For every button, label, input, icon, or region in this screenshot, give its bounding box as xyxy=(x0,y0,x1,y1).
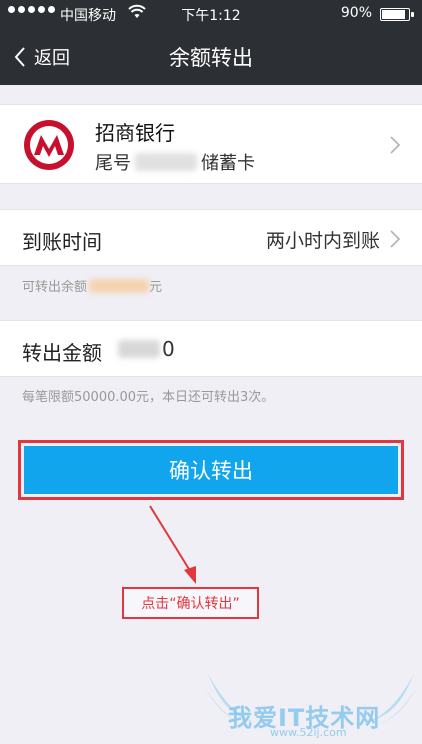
available-suffix: 元 xyxy=(149,280,163,295)
redacted-balance xyxy=(89,278,150,293)
battery-percent: 90% xyxy=(340,5,372,21)
chevron-right-icon xyxy=(390,230,400,248)
arrival-time-label: 到账时间 xyxy=(22,230,102,254)
status-bar: 中国移动 下午1:12 90% xyxy=(0,0,422,28)
chevron-right-icon xyxy=(390,136,400,154)
watermark-url: www.52ij.com xyxy=(270,726,347,739)
cmb-bank-logo-icon xyxy=(24,120,74,170)
nav-bar: 返回 余额转出 xyxy=(0,28,422,85)
redacted-account-number xyxy=(135,153,197,171)
account-type: 储蓄卡 xyxy=(201,153,255,174)
available-prefix: 可转出余额 xyxy=(22,280,88,295)
transfer-limit-hint: 每笔限额50000.00元，本日还可转出3次。 xyxy=(22,390,275,405)
available-balance-hint: 可转出余额 元 xyxy=(22,276,162,295)
arrival-time-value: 两小时内到账 xyxy=(265,230,380,252)
battery-icon xyxy=(380,8,414,21)
redacted-amount xyxy=(118,340,160,358)
bank-card-row[interactable]: 招商银行 尾号 储蓄卡 xyxy=(0,104,422,184)
transfer-amount-label: 转出金额 xyxy=(22,341,102,365)
annotation-callout: 点击“确认转出” xyxy=(122,587,259,619)
page-title: 余额转出 xyxy=(169,46,253,70)
watermark: 我爱IT技术网 www.52ij.com xyxy=(200,672,422,744)
bank-name: 招商银行 xyxy=(95,121,175,145)
annotation-arrow xyxy=(149,505,196,584)
confirm-transfer-button[interactable]: 确认转出 xyxy=(24,446,398,494)
transfer-amount-row[interactable]: 转出金额 0 xyxy=(0,320,422,377)
amount-tail: 0 xyxy=(162,337,175,361)
account-info: 尾号 储蓄卡 xyxy=(95,149,255,175)
transfer-amount-field[interactable]: 0 xyxy=(118,337,175,361)
highlight-frame: 确认转出 xyxy=(18,440,404,500)
account-prefix: 尾号 xyxy=(95,153,131,174)
arrival-time-row[interactable]: 到账时间 两小时内到账 xyxy=(0,209,422,266)
